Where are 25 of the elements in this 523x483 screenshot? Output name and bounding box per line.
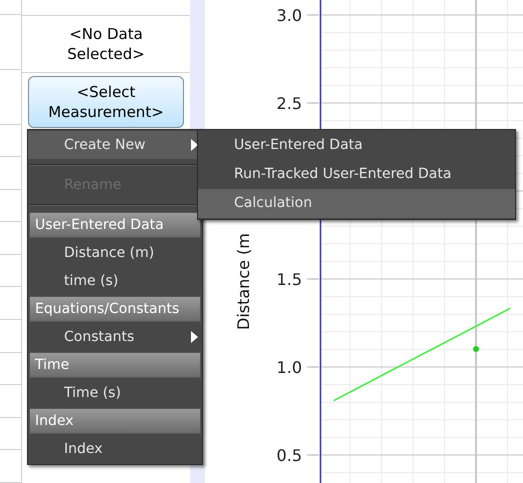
menu-section-header: Index	[29, 408, 201, 434]
column-header: <No Data Selected>	[66, 24, 146, 64]
data-point	[473, 346, 479, 352]
y-tick-label: 0.5	[276, 446, 302, 466]
y-tick-label: 3.0	[276, 6, 302, 25]
tick-mark	[306, 278, 320, 280]
tick-mark	[306, 14, 320, 16]
menu-item[interactable]: Index	[28, 435, 202, 463]
tick-mark	[306, 454, 320, 456]
menu-item[interactable]: Constants	[28, 323, 202, 351]
y-tick-label: 2.5	[276, 94, 302, 113]
menu-section-header: Equations/Constants	[29, 296, 201, 322]
menu-item[interactable]: Time (s)	[28, 379, 202, 407]
menu-section-header: Time	[29, 352, 201, 378]
y-tick-label: 1.0	[276, 358, 302, 377]
y-axis-label: Distance (m	[234, 233, 253, 330]
menu-item[interactable]: Distance (m)	[28, 239, 202, 267]
menu-item[interactable]: Calculation	[198, 189, 515, 218]
y-tick-label: 1.5	[276, 270, 302, 289]
select-measurement-button[interactable]: <Select Measurement>	[28, 76, 184, 128]
menu-item[interactable]: time (s)	[28, 267, 202, 295]
tick-mark	[306, 366, 320, 368]
tick-mark	[306, 102, 320, 104]
menu-section-header: User-Entered Data	[29, 212, 201, 238]
menu-item[interactable]: Run-Tracked User-Entered Data	[198, 160, 515, 189]
